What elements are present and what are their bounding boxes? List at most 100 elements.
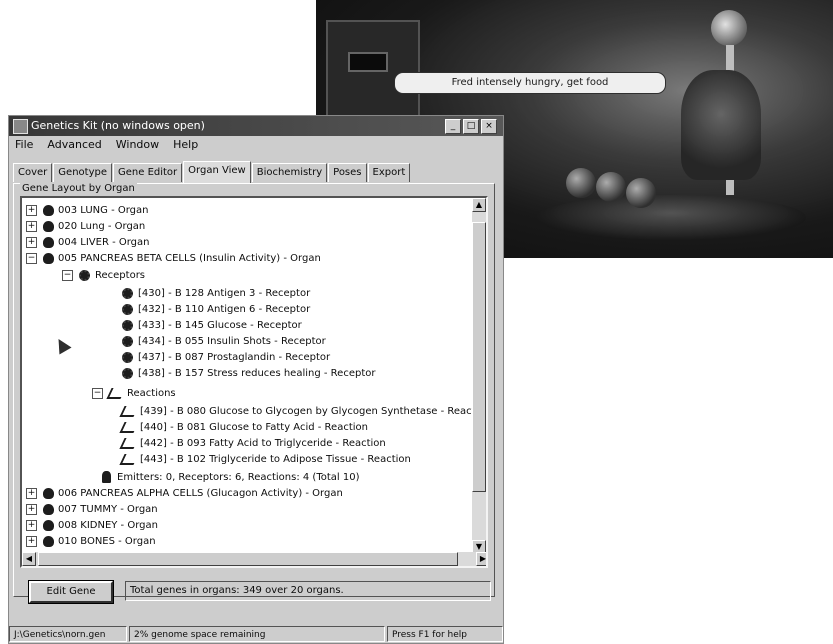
tree-item-label: 006 PANCREAS ALPHA CELLS (Glucagon Activ… <box>58 488 343 499</box>
heart-icon <box>43 252 54 264</box>
edit-gene-button[interactable]: Edit Gene <box>28 580 114 604</box>
tree-item-label: 008 KIDNEY - Organ <box>58 520 158 531</box>
tab-export[interactable]: Export <box>367 163 411 182</box>
tree-item-label: [439] - B 080 Glucose to Glycogen by Gly… <box>140 406 488 417</box>
heart-icon <box>43 220 54 232</box>
heart-icon <box>43 535 54 547</box>
group-label: Gene Layout by Organ <box>20 183 137 194</box>
expand-icon[interactable]: + <box>26 487 37 499</box>
gear-icon <box>122 303 133 315</box>
tree-item[interactable]: − Reactions <box>92 386 176 402</box>
tree-item[interactable]: [443] - B 102 Triglyceride to Adipose Ti… <box>119 452 411 468</box>
collapse-icon[interactable]: − <box>26 252 37 264</box>
tree-item-label: Reactions <box>127 388 176 399</box>
heart-icon <box>43 503 54 515</box>
game-fruit <box>626 178 656 208</box>
tree-item[interactable]: +020 Lung - Organ <box>26 219 145 235</box>
menu-help[interactable]: Help <box>173 136 198 154</box>
tree-item[interactable]: [442] - B 093 Fatty Acid to Triglyceride… <box>119 436 386 452</box>
scroll-right-arrow[interactable]: ▶ <box>476 552 486 566</box>
tree-item-label: [438] - B 157 Stress reduces healing - R… <box>138 368 376 379</box>
gear-icon <box>79 269 90 281</box>
tree-item-label: [437] - B 087 Prostaglandin - Receptor <box>138 352 331 363</box>
window-title: Genetics Kit (no windows open) <box>31 119 205 132</box>
gear-icon <box>122 287 133 299</box>
game-lamp <box>711 10 747 46</box>
creature-speech-bubble: Fred intensely hungry, get food <box>394 72 666 94</box>
tree-item[interactable]: [439] - B 080 Glucose to Glycogen by Gly… <box>119 404 488 420</box>
status-file-path: J:\Genetics\norn.gen <box>9 626 127 642</box>
menu-advanced[interactable]: Advanced <box>47 136 101 154</box>
flask-icon <box>106 387 126 399</box>
game-food-bowl <box>536 195 806 240</box>
organ-gene-count: Total genes in organs: 349 over 20 organ… <box>125 581 491 601</box>
collapse-icon[interactable]: − <box>62 269 73 281</box>
game-building <box>326 20 420 119</box>
tree-item[interactable]: +003 LUNG - Organ <box>26 203 148 219</box>
title-bar[interactable]: Genetics Kit (no windows open) _ □ × <box>9 116 503 136</box>
tree-item-label: 010 BONES - Organ <box>58 536 156 547</box>
flask-icon <box>119 405 139 417</box>
tree-item[interactable]: [440] - B 081 Glucose to Fatty Acid - Re… <box>119 420 368 436</box>
vertical-scrollbar[interactable]: ▲ ▼ <box>472 198 486 554</box>
expand-icon[interactable]: + <box>26 204 37 216</box>
tab-cover[interactable]: Cover <box>13 163 53 182</box>
minimize-button[interactable]: _ <box>445 119 461 134</box>
flask-icon <box>119 453 139 465</box>
tree-item[interactable]: [430] - B 128 Antigen 3 - Receptor <box>122 286 310 302</box>
heart-icon <box>43 204 54 216</box>
tree-item[interactable]: [434] - B 055 Insulin Shots - Receptor <box>122 334 326 350</box>
gear-icon <box>122 319 133 331</box>
gene-tree[interactable]: +010 BONES - Organ +008 KIDNEY - Organ +00… <box>20 196 488 568</box>
close-button[interactable]: × <box>481 119 497 134</box>
tree-item-label: [442] - B 093 Fatty Acid to Triglyceride… <box>140 438 386 449</box>
blank-area <box>0 0 316 115</box>
tree-item[interactable]: − Receptors <box>62 268 145 284</box>
expand-icon[interactable]: + <box>26 519 37 531</box>
vertical-scroll-thumb[interactable] <box>472 222 486 492</box>
tab-gene-editor[interactable]: Gene Editor <box>113 163 183 182</box>
tree-item[interactable]: +006 PANCREAS ALPHA CELLS (Glucagon Acti… <box>26 486 343 502</box>
menu-file[interactable]: File <box>15 136 33 154</box>
tree-item[interactable]: [437] - B 087 Prostaglandin - Receptor <box>122 350 330 366</box>
tree-item[interactable]: +008 KIDNEY - Organ <box>26 518 158 534</box>
tree-item[interactable]: [432] - B 110 Antigen 6 - Receptor <box>122 302 310 318</box>
tree-item[interactable]: [438] - B 157 Stress reduces healing - R… <box>122 366 375 382</box>
expand-icon[interactable]: + <box>26 236 37 248</box>
gear-icon <box>122 335 133 347</box>
collapse-icon[interactable]: − <box>92 387 103 399</box>
game-fruit <box>596 172 626 202</box>
status-genome-space: 2% genome space remaining <box>129 626 385 642</box>
tree-item-label: [432] - B 110 Antigen 6 - Receptor <box>138 304 311 315</box>
scroll-up-arrow[interactable]: ▲ <box>472 198 486 212</box>
status-bar: J:\Genetics\norn.gen 2% genome space rem… <box>9 625 503 643</box>
tree-item[interactable]: [433] - B 145 Glucose - Receptor <box>122 318 302 334</box>
tab-organ-view[interactable]: Organ View <box>183 161 251 183</box>
tree-item-label: [440] - B 081 Glucose to Fatty Acid - Re… <box>140 422 368 433</box>
maximize-button[interactable]: □ <box>463 119 479 134</box>
expand-icon[interactable]: + <box>26 503 37 515</box>
expand-icon[interactable]: + <box>26 535 37 547</box>
tree-item-label: [443] - B 102 Triglyceride to Adipose Ti… <box>140 454 411 465</box>
tree-item[interactable]: − 005 PANCREAS BETA CELLS (Insulin Activi… <box>26 251 321 267</box>
tree-item-label: [430] - B 128 Antigen 3 - Receptor <box>138 288 311 299</box>
heart-icon <box>43 519 54 531</box>
gear-icon <box>122 351 133 363</box>
tree-item[interactable]: +004 LIVER - Organ <box>26 235 149 251</box>
tree-item-label: [434] - B 055 Insulin Shots - Receptor <box>138 336 326 347</box>
expand-icon[interactable]: + <box>26 220 37 232</box>
organ-view-panel: Gene Layout by Organ +010 BONES - Organ +… <box>13 183 495 597</box>
tree-item-label: 003 LUNG - Organ <box>58 205 149 216</box>
flask-icon <box>119 421 139 433</box>
tree-item[interactable]: Emitters: 0, Receptors: 6, Reactions: 4 … <box>102 470 360 486</box>
tree-item-label: Receptors <box>95 270 146 281</box>
horizontal-scroll-thumb[interactable] <box>38 552 458 566</box>
tree-item[interactable]: +010 BONES - Organ <box>26 534 156 550</box>
menu-window[interactable]: Window <box>116 136 159 154</box>
tab-genotype[interactable]: Genotype <box>53 163 112 182</box>
tab-biochemistry[interactable]: Biochemistry <box>251 163 328 182</box>
tree-item[interactable]: +007 TUMMY - Organ <box>26 502 158 518</box>
tab-poses[interactable]: Poses <box>328 163 367 182</box>
scroll-left-arrow[interactable]: ◀ <box>22 552 36 566</box>
horizontal-scrollbar[interactable]: ◀ ▶ <box>22 552 486 566</box>
